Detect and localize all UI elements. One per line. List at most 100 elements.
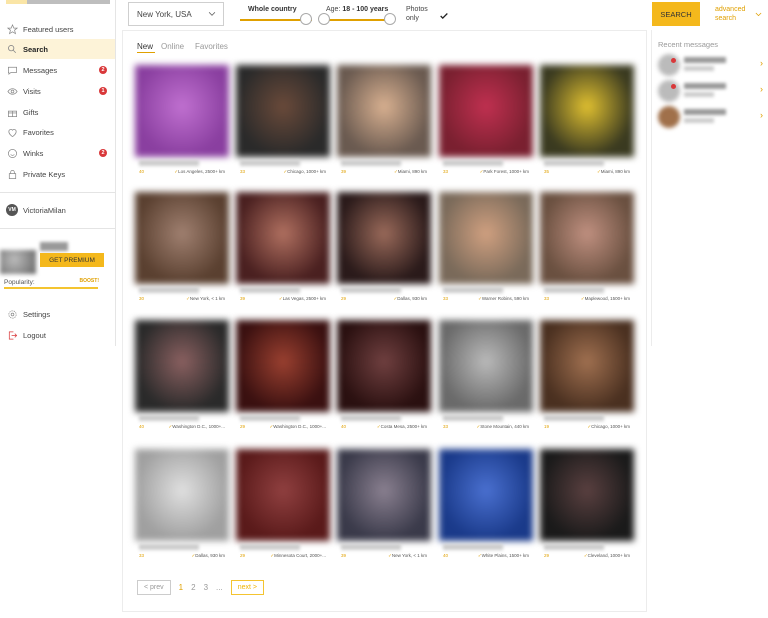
profile-name[interactable] [240, 160, 300, 166]
profile-photo[interactable] [236, 320, 330, 412]
age-min-handle[interactable] [318, 13, 330, 25]
profile-card[interactable]: 33 Stone Mountain, 440 km [439, 320, 533, 432]
sidebar-item-settings[interactable]: Settings [0, 304, 115, 324]
profile-card[interactable]: 29 Cleveland, 1000+ km [540, 449, 634, 561]
profile-card[interactable]: 29 Minnesota Court, 2000+... [236, 449, 330, 561]
profile-age: 30 [139, 296, 145, 301]
sidebar-item-gifts[interactable]: Gifts [0, 102, 115, 122]
page-3[interactable]: 3 [204, 583, 208, 592]
profile-card[interactable]: 29 Washington D.C., 1000+... [236, 320, 330, 432]
avatar [658, 54, 680, 76]
profile-name[interactable] [544, 544, 604, 550]
profile-card[interactable]: 40 Costa Mesa, 2500+ km [337, 320, 431, 432]
profile-photo[interactable] [236, 65, 330, 157]
sidebar-item-label: Featured users [23, 24, 74, 34]
profile-card[interactable]: 40 Washington D.C., 1000+... [135, 320, 229, 432]
sidebar-item-logout[interactable]: Logout [0, 325, 115, 345]
profile-name[interactable] [544, 287, 604, 293]
tab-online[interactable]: Online [161, 42, 184, 51]
profile-name[interactable] [139, 544, 199, 550]
sidebar-item-visits[interactable]: Visits 1 [0, 81, 115, 101]
profile-card[interactable]: 39 New York, < 1 km [337, 449, 431, 561]
profile-card[interactable]: 19 Chicago, 1000+ km [540, 320, 634, 432]
profile-photo[interactable] [337, 65, 431, 157]
advanced-search-label: advanced search [715, 6, 746, 22]
profile-card[interactable]: 33 Dallas, 930 km [135, 449, 229, 561]
recent-message-item[interactable]: › [658, 106, 763, 130]
profile-name[interactable] [544, 415, 604, 421]
profile-name[interactable] [341, 415, 401, 421]
profile-name[interactable] [341, 160, 401, 166]
sidebar-item-favorites[interactable]: Favorites [0, 122, 115, 142]
sidebar-item-private-keys[interactable]: Private Keys [0, 164, 115, 184]
page-1[interactable]: 1 [179, 583, 183, 592]
profile-name[interactable] [544, 160, 604, 166]
location-select[interactable]: New York, USA [128, 2, 224, 26]
tab-new[interactable]: New [137, 42, 153, 51]
recent-messages-title: Recent messages [658, 40, 719, 49]
profile-card[interactable]: 33 Maplewood, 1500+ km [540, 192, 634, 304]
profile-photo[interactable] [337, 449, 431, 541]
profile-photo[interactable] [439, 320, 533, 412]
profile-card[interactable]: 29 Dallas, 930 km [337, 192, 431, 304]
boost-link[interactable]: BOOST! [80, 278, 99, 284]
next-page-button[interactable]: next > [230, 579, 264, 595]
profile-card[interactable]: 33 Warner Robins, 590 km [439, 192, 533, 304]
profile-name[interactable] [240, 544, 300, 550]
profile-card[interactable]: 39 Miami, 890 km [337, 65, 431, 177]
profile-name[interactable] [443, 415, 503, 421]
profile-name[interactable] [139, 160, 199, 166]
profile-card[interactable]: 30 New York, < 1 km [135, 192, 229, 304]
profile-name[interactable] [240, 287, 300, 293]
photos-only-checkbox[interactable] [439, 11, 449, 21]
avatar[interactable] [0, 250, 36, 274]
profile-photo[interactable] [135, 65, 229, 157]
sidebar-item-search[interactable]: Search [0, 39, 115, 59]
profile-photo[interactable] [540, 320, 634, 412]
profile-age: 33 [443, 169, 449, 174]
profile-card[interactable]: 40 Los Angeles, 2500+ km [135, 65, 229, 177]
profile-card[interactable]: 35 Miami, 890 km [540, 65, 634, 177]
profile-name[interactable] [341, 544, 401, 550]
profile-name[interactable] [240, 415, 300, 421]
page-2[interactable]: 2 [191, 583, 195, 592]
prev-page-button[interactable]: < prev [137, 579, 171, 595]
profile-photo[interactable] [439, 65, 533, 157]
profile-card[interactable]: 33 Chicago, 1000+ km [236, 65, 330, 177]
logo[interactable] [6, 0, 110, 4]
sidebar-account[interactable]: VM VictoriaMilan [0, 200, 115, 220]
profile-card[interactable]: 40 White Plains, 1500+ km [439, 449, 533, 561]
distance-slider-handle[interactable] [300, 13, 312, 25]
tab-favorites[interactable]: Favorites [195, 42, 228, 51]
profile-photo[interactable] [337, 192, 431, 284]
age-max-handle[interactable] [384, 13, 396, 25]
profile-photo[interactable] [439, 192, 533, 284]
profile-photo[interactable] [337, 320, 431, 412]
profile-name[interactable] [443, 287, 503, 293]
profile-name[interactable] [341, 287, 401, 293]
profile-name[interactable] [139, 287, 199, 293]
sidebar-item-featured-users[interactable]: Featured users [0, 19, 115, 39]
sidebar-item-label: Visits [23, 86, 41, 96]
profile-photo[interactable] [135, 192, 229, 284]
search-button[interactable]: SEARCH [652, 2, 700, 26]
advanced-search-link[interactable]: advanced search [715, 5, 751, 23]
recent-message-item[interactable]: › [658, 54, 763, 78]
profile-photo[interactable] [540, 65, 634, 157]
profile-photo[interactable] [236, 449, 330, 541]
profile-photo[interactable] [439, 449, 533, 541]
profile-name[interactable] [443, 544, 503, 550]
profile-name[interactable] [139, 415, 199, 421]
profile-photo[interactable] [236, 192, 330, 284]
profile-photo[interactable] [135, 320, 229, 412]
profile-photo[interactable] [540, 449, 634, 541]
profile-card[interactable]: 39 Las Vegas, 2500+ km [236, 192, 330, 304]
profile-card[interactable]: 33 Park Forest, 1000+ km [439, 65, 533, 177]
profile-name[interactable] [443, 160, 503, 166]
profile-photo[interactable] [540, 192, 634, 284]
sidebar-item-messages[interactable]: Messages 2 [0, 60, 115, 80]
recent-message-item[interactable]: › [658, 80, 763, 104]
sidebar-item-winks[interactable]: Winks 2 [0, 143, 115, 163]
get-premium-button[interactable]: GET PREMIUM [40, 253, 104, 267]
profile-photo[interactable] [135, 449, 229, 541]
